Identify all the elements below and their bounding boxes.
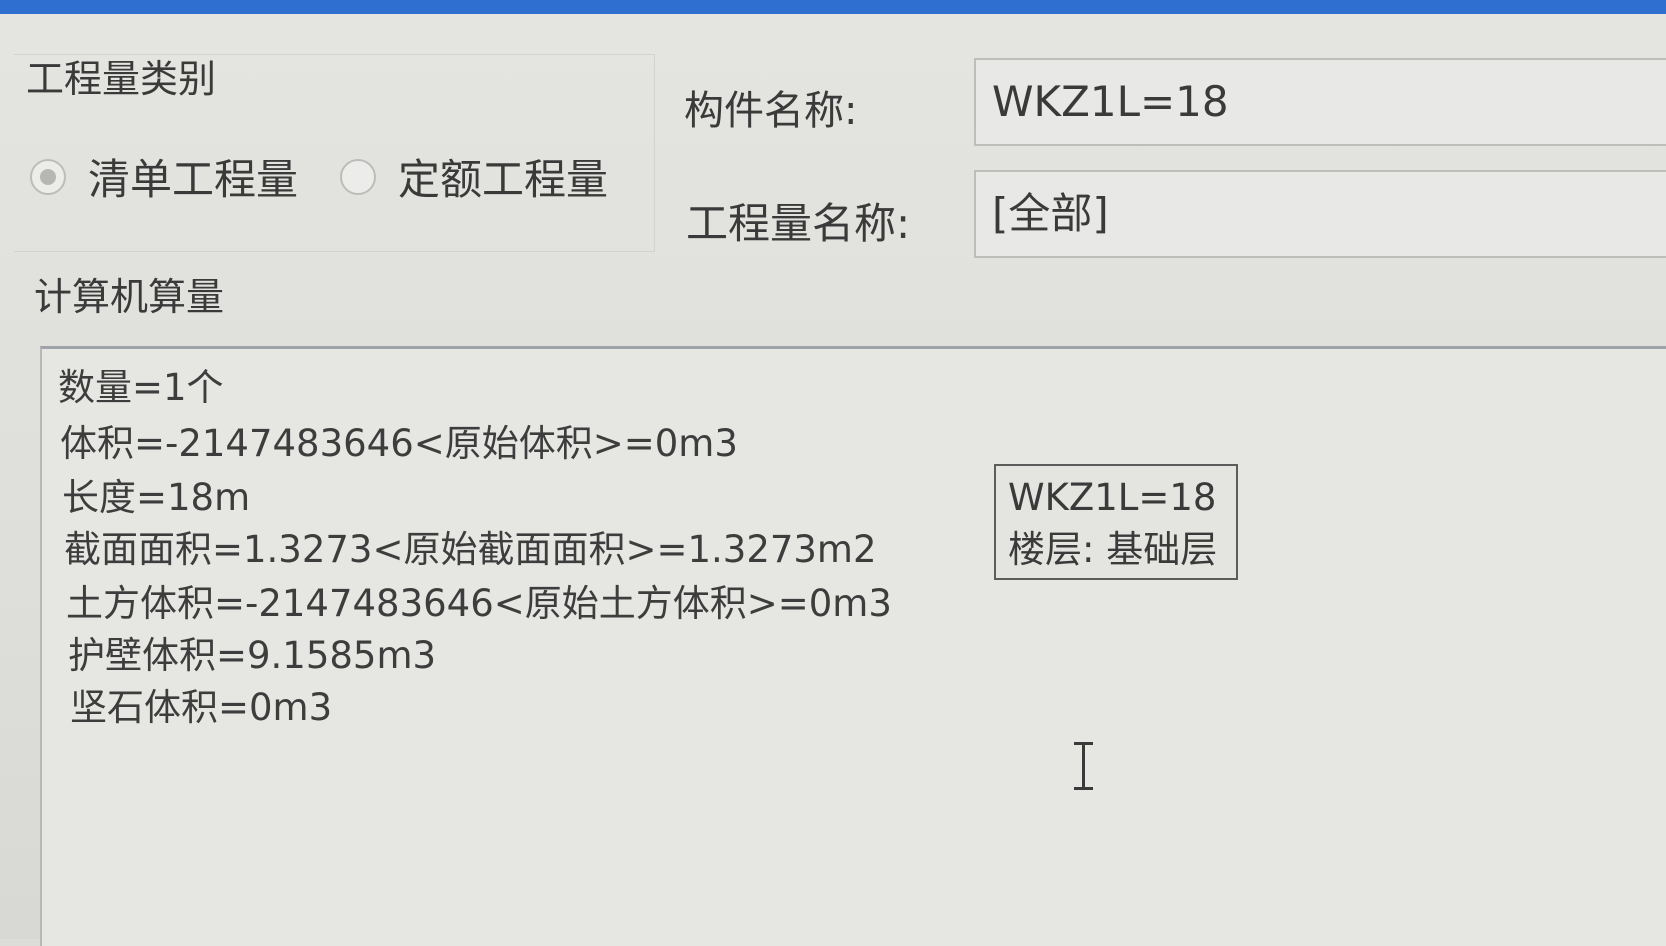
calc-line-hard-rock-volume: 坚石体积=0m3 bbox=[70, 686, 333, 729]
component-tooltip: WKZ1L=18 楼层: 基础层 bbox=[994, 464, 1238, 580]
radio-bill-quantity-label: 清单工程量 bbox=[88, 155, 299, 204]
component-name-field[interactable]: WKZ1L=18 bbox=[974, 58, 1666, 146]
radio-selected-icon[interactable] bbox=[30, 158, 66, 195]
quantity-type-title: 工程量类别 bbox=[26, 57, 217, 101]
window-title-bar bbox=[0, 0, 1666, 14]
radio-quota-quantity[interactable]: 定额工程量 bbox=[340, 146, 608, 207]
calc-line-earthwork-volume: 土方体积=-2147483646<原始土方体积>=0m3 bbox=[66, 582, 892, 625]
calculation-title: 计算机算量 bbox=[34, 275, 225, 319]
radio-bill-quantity[interactable]: 清单工程量 bbox=[30, 146, 298, 207]
calc-line-retaining-wall-volume: 护壁体积=9.1585m3 bbox=[68, 634, 437, 677]
calc-line-section-area: 截面面积=1.3273<原始截面面积>=1.3273m2 bbox=[64, 528, 877, 571]
tooltip-floor: 楼层: 基础层 bbox=[1008, 528, 1218, 571]
calc-line-volume: 体积=-2147483646<原始体积>=0m3 bbox=[60, 422, 738, 465]
component-name-label: 构件名称: bbox=[684, 88, 858, 134]
tooltip-component-name: WKZ1L=18 bbox=[1008, 476, 1217, 519]
calculation-result-box[interactable]: 数量=1个 体积=-2147483646<原始体积>=0m3 长度=18m 截面… bbox=[40, 346, 1666, 946]
calc-line-length: 长度=18m bbox=[62, 476, 251, 519]
radio-unselected-icon[interactable] bbox=[340, 158, 376, 195]
text-cursor-icon bbox=[1070, 742, 1096, 790]
calc-line-count: 数量=1个 bbox=[58, 366, 224, 409]
quantity-name-label: 工程量名称: bbox=[686, 199, 911, 248]
radio-quota-quantity-label: 定额工程量 bbox=[398, 155, 609, 204]
quantity-name-select[interactable]: [全部] bbox=[974, 170, 1666, 258]
